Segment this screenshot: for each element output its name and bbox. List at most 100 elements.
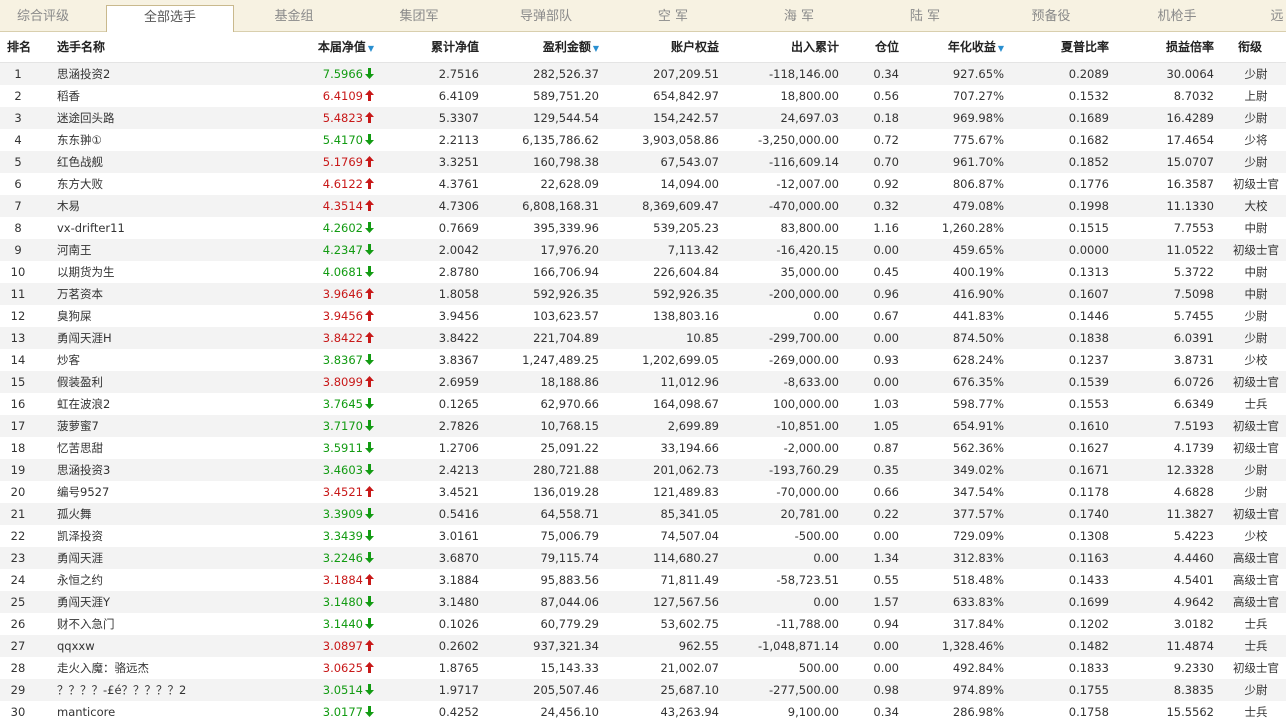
table-row[interactable]: 29 ？？？？-£é？？？？？2 3.0514 1.9717 205,507.46 25,… [0, 679, 1286, 701]
arrow-up-icon [363, 331, 374, 345]
player-name-link[interactable]: 虹在波浪2 [57, 393, 110, 415]
player-name-link[interactable]: 东东翀① [57, 129, 102, 151]
tab-9[interactable]: 机枪手 [1114, 0, 1240, 31]
col-title-header[interactable]: 衔级 [1238, 32, 1262, 62]
table-row[interactable]: 18 忆苦思甜 3.5911 1.2706 25,091.22 33,194.66 -2,0… [0, 437, 1286, 459]
table-row[interactable]: 14 炒客 3.8367 3.8367 1,247,489.25 1,202,699.05… [0, 349, 1286, 371]
player-name-link[interactable]: 假装盈利 [57, 371, 103, 393]
table-row[interactable]: 26 财不入急门 3.1440 0.1026 60,779.29 53,602.75 -11… [0, 613, 1286, 635]
table-row[interactable]: 25 勇闯天涯Y 3.1480 3.1480 87,044.06 127,567.56 0.… [0, 591, 1286, 613]
current-nav-cell: 4.2602 [323, 217, 374, 239]
table-row[interactable]: 5 红色战舰 5.1769 3.3251 160,798.38 67,543.07 -116… [0, 151, 1286, 173]
player-name-link[interactable]: 迷途回头路 [57, 107, 115, 129]
flow-cell: -269,000.00 [769, 353, 839, 367]
tab-7[interactable]: 陆 军 [862, 0, 988, 31]
arrow-down-icon [363, 463, 374, 477]
tab-10[interactable]: 远 [1268, 0, 1286, 31]
player-name-link[interactable]: 稻香 [57, 85, 80, 107]
annual-return-cell: 676.35% [952, 375, 1004, 389]
table-row[interactable]: 6 东方大败 4.6122 4.3761 22,628.09 14,094.00 -12,0… [0, 173, 1286, 195]
player-name-link[interactable]: 思涵投资2 [57, 63, 110, 85]
player-name-link[interactable]: ？？？？-£é？？？？？2 [57, 679, 186, 701]
player-name-link[interactable]: 臭狗屎 [57, 305, 92, 327]
tab-6[interactable]: 海 军 [736, 0, 862, 31]
pl-ratio-cell: 17.4654 [1166, 133, 1214, 147]
player-name-link[interactable]: 红色战舰 [57, 151, 103, 173]
arrow-down-icon [363, 419, 374, 433]
player-name-link[interactable]: qqxxw [57, 635, 95, 657]
table-row[interactable]: 22 凯泽投资 3.3439 3.0161 75,006.79 74,507.04 -500… [0, 525, 1286, 547]
player-name-link[interactable]: 编号9527 [57, 481, 109, 503]
current-nav-cell: 5.1769 [323, 151, 374, 173]
player-name-link[interactable]: 万茗资本 [57, 283, 103, 305]
player-name-link[interactable]: 勇闯天涯Y [57, 591, 110, 613]
table-row[interactable]: 10 以期货为生 4.0681 2.8780 166,706.94 226,604.84 3… [0, 261, 1286, 283]
tab-0[interactable]: 综合评级 [0, 0, 86, 31]
tab-3[interactable]: 集团军 [356, 0, 482, 31]
player-name-link[interactable]: 木易 [57, 195, 80, 217]
player-name-link[interactable]: 炒客 [57, 349, 80, 371]
player-name-link[interactable]: vx-drifter11 [57, 217, 125, 239]
equity-cell: 53,602.75 [660, 617, 719, 631]
pl-ratio-cell: 5.3722 [1173, 265, 1214, 279]
table-row[interactable]: 11 万茗资本 3.9646 1.8058 592,926.35 592,926.35 -2… [0, 283, 1286, 305]
table-row[interactable]: 13 勇闯天涯H 3.8422 3.8422 221,704.89 10.85 -299,7… [0, 327, 1286, 349]
col-annual-header[interactable]: 年化收益 ▼ [948, 32, 1004, 64]
table-row[interactable]: 9 河南王 4.2347 2.0042 17,976.20 7,113.42 -16,420… [0, 239, 1286, 261]
col-cum-nav-header[interactable]: 累计净值 [431, 32, 479, 62]
col-pl-ratio-header[interactable]: 损益倍率 [1166, 32, 1214, 62]
player-name-link[interactable]: 勇闯天涯H [57, 327, 112, 349]
player-name-link[interactable]: 凯泽投资 [57, 525, 103, 547]
col-flow-header[interactable]: 出入累计 [791, 32, 839, 62]
table-row[interactable]: 3 迷途回头路 5.4823 5.3307 129,544.54 154,242.57 24… [0, 107, 1286, 129]
col-profit-header[interactable]: 盈利金额 ▼ [543, 32, 599, 64]
table-row[interactable]: 28 走火入魔：骆远杰 3.0625 1.8765 15,143.33 21,002.07… [0, 657, 1286, 679]
player-name-link[interactable]: 财不入急门 [57, 613, 115, 635]
player-name-link[interactable]: 勇闯天涯 [57, 547, 103, 569]
table-row[interactable]: 2 稻香 6.4109 6.4109 589,751.20 654,842.97 18,80… [0, 85, 1286, 107]
tab-1[interactable]: 全部选手 [106, 5, 234, 33]
table-row[interactable]: 1 思涵投资2 7.5966 2.7516 282,526.37 207,209.51 -1… [0, 63, 1286, 85]
table-row[interactable]: 23 勇闯天涯 3.2246 3.6870 79,115.74 114,680.27 0.0… [0, 547, 1286, 569]
player-name-link[interactable]: 忆苦思甜 [57, 437, 103, 459]
table-row[interactable]: 15 假装盈利 3.8099 2.6959 18,188.86 11,012.96 -8,6… [0, 371, 1286, 393]
profit-cell: 79,115.74 [540, 551, 599, 565]
annual-return-cell: 628.24% [952, 353, 1004, 367]
col-name-header[interactable]: 选手名称 [57, 32, 105, 62]
table-row[interactable]: 27 qqxxw 3.0897 0.2602 937,321.34 962.55 -1,04… [0, 635, 1286, 657]
player-name-link[interactable]: 孤火舞 [57, 503, 92, 525]
col-equity-header[interactable]: 账户权益 [671, 32, 719, 62]
annual-return-cell: 974.89% [952, 683, 1004, 697]
table-row[interactable]: 21 孤火舞 3.3909 0.5416 64,558.71 85,341.05 20,78… [0, 503, 1286, 525]
player-name-link[interactable]: 菠萝蜜7 [57, 415, 99, 437]
player-name-link[interactable]: 河南王 [57, 239, 92, 261]
table-row[interactable]: 4 东东翀① 5.4170 2.2113 6,135,786.62 3,903,058.8… [0, 129, 1286, 151]
table-row[interactable]: 19 思涵投资3 3.4603 2.4213 280,721.88 201,062.73 -… [0, 459, 1286, 481]
table-row[interactable]: 20 编号9527 3.4521 3.4521 136,019.28 121,489.83… [0, 481, 1286, 503]
col-position-header[interactable]: 仓位 [875, 32, 899, 62]
table-row[interactable]: 30 manticore 3.0177 0.4252 24,456.10 43,263.9… [0, 701, 1286, 723]
player-name-link[interactable]: 走火入魔：骆远杰 [57, 657, 149, 679]
player-name-link[interactable]: 永恒之约 [57, 569, 103, 591]
table-row[interactable]: 24 永恒之约 3.1884 3.1884 95,883.56 71,811.49 -58,… [0, 569, 1286, 591]
table-row[interactable]: 8 vx-drifter11 4.2602 0.7669 395,339.96 539,2… [0, 217, 1286, 239]
player-name-link[interactable]: 以期货为生 [57, 261, 115, 283]
table-row[interactable]: 16 虹在波浪2 3.7645 0.1265 62,970.66 164,098.67 10… [0, 393, 1286, 415]
col-cur-nav-header[interactable]: 本届净值 ▼ [318, 32, 374, 64]
profit-cell: 221,704.89 [533, 331, 599, 345]
table-row[interactable]: 17 菠萝蜜7 3.7170 2.7826 10,768.15 2,699.89 -10,8… [0, 415, 1286, 437]
tab-5[interactable]: 空 军 [610, 0, 736, 31]
table-row[interactable]: 7 木易 4.3514 4.7306 6,808,168.31 8,369,609.47 -… [0, 195, 1286, 217]
player-name-link[interactable]: manticore [57, 701, 115, 723]
player-name-link[interactable]: 东方大败 [57, 173, 103, 195]
tab-8[interactable]: 预备役 [988, 0, 1114, 31]
profit-cell: 129,544.54 [533, 111, 599, 125]
rank-title-cell: 士兵 [1244, 397, 1268, 411]
cumulative-nav-cell: 2.4213 [438, 463, 479, 477]
col-rank-header[interactable]: 排名 [7, 32, 31, 62]
player-name-link[interactable]: 思涵投资3 [57, 459, 110, 481]
table-row[interactable]: 12 臭狗屎 3.9456 3.9456 103,623.57 138,803.16 0.0… [0, 305, 1286, 327]
col-sharpe-header[interactable]: 夏普比率 [1061, 32, 1109, 62]
tab-2[interactable]: 基金组 [232, 0, 356, 31]
tab-4[interactable]: 导弹部队 [482, 0, 610, 31]
